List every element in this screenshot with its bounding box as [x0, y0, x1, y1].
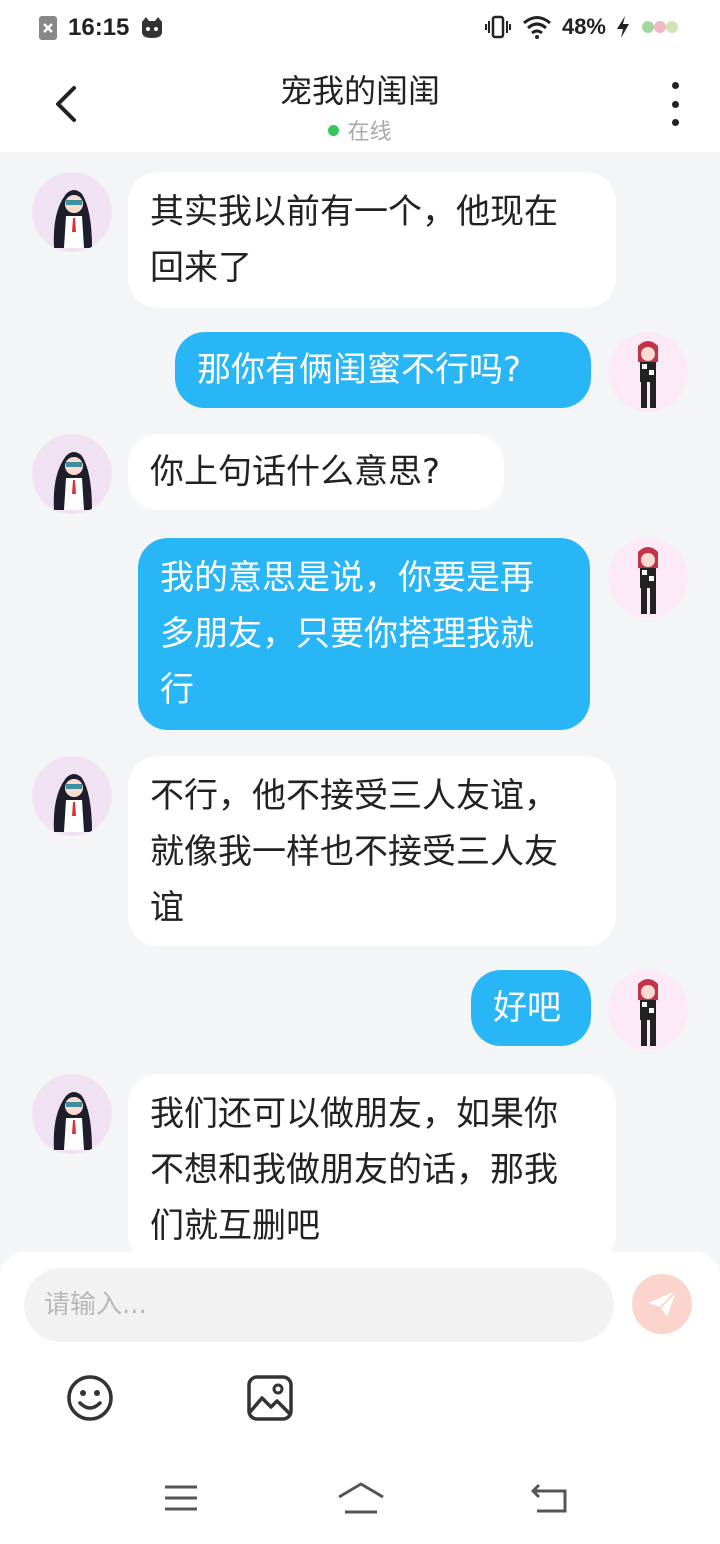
chat-title: 宠我的闺闺	[279, 72, 440, 110]
girl-red-hair-avatar-icon	[608, 970, 688, 1050]
vibrate-icon	[484, 15, 511, 39]
status-bar: 16:15 48%	[0, 0, 720, 56]
message-bubble-outgoing[interactable]: 那你有俩闺蜜不行吗?	[175, 332, 591, 408]
back-nav-button[interactable]	[524, 1478, 574, 1518]
home-icon	[338, 1482, 384, 1514]
image-icon	[247, 1375, 293, 1421]
notification-x-icon	[39, 16, 57, 40]
contact-avatar[interactable]	[32, 172, 112, 252]
chevron-left-icon	[56, 86, 76, 122]
presence-status: 在线	[160, 114, 560, 146]
menu-icon	[165, 1485, 197, 1511]
system-nav-bar	[0, 1460, 720, 1544]
back-nav-icon	[531, 1483, 567, 1513]
more-dots-icon	[671, 82, 679, 89]
presence-label: 在线	[347, 120, 392, 145]
my-avatar[interactable]	[608, 332, 688, 412]
message-bubble-incoming[interactable]: 我们还可以做朋友，如果你 不想和我做朋友的话，那我 们就互删吧	[128, 1074, 616, 1252]
clock: 16:15	[68, 14, 130, 41]
girl-dark-hair-avatar-icon	[32, 172, 112, 252]
message-list[interactable]: 其实我以前有一个，他现在 回来了 那你有俩闺蜜不行吗? 你上句话什么意思? 我的…	[0, 152, 720, 1252]
girl-red-hair-avatar-icon	[608, 332, 688, 412]
message-bubble-incoming[interactable]: 你上句话什么意思?	[128, 434, 504, 510]
image-button[interactable]	[244, 1372, 296, 1424]
my-avatar[interactable]	[608, 538, 688, 618]
more-dot	[671, 100, 679, 108]
contact-avatar[interactable]	[32, 1074, 112, 1154]
girl-dark-hair-avatar-icon	[32, 1074, 112, 1154]
charging-icon	[617, 16, 629, 38]
girl-dark-hair-avatar-icon	[32, 756, 112, 836]
paper-plane-icon	[648, 1290, 677, 1317]
contact-avatar[interactable]	[32, 756, 112, 836]
cat-notification-icon	[142, 17, 163, 38]
home-nav-button[interactable]	[334, 1478, 388, 1518]
online-dot-icon	[328, 124, 340, 136]
girl-dark-hair-avatar-icon	[32, 434, 112, 514]
battery-percent: 48%	[561, 14, 606, 39]
chat-header: 宠我的闺闺 在线	[0, 56, 720, 152]
menu-nav-button[interactable]	[156, 1478, 206, 1518]
back-button[interactable]	[40, 76, 90, 132]
flower-icons	[642, 21, 678, 33]
more-dot	[671, 119, 679, 126]
emoji-icon	[67, 1375, 113, 1421]
message-input-container[interactable]	[24, 1268, 614, 1342]
girl-red-hair-avatar-icon	[608, 538, 688, 618]
message-bubble-incoming[interactable]: 不行，他不接受三人友谊， 就像我一样也不接受三人友 谊	[128, 756, 616, 946]
more-options-button[interactable]	[660, 82, 690, 126]
message-bubble-outgoing[interactable]: 好吧	[471, 970, 591, 1046]
contact-avatar[interactable]	[32, 434, 112, 514]
message-bubble-incoming[interactable]: 其实我以前有一个，他现在 回来了	[128, 172, 616, 308]
send-button[interactable]	[632, 1274, 692, 1334]
message-bubble-outgoing[interactable]: 我的意思是说，你要是再 多朋友，只要你搭理我就 行	[138, 538, 590, 730]
my-avatar[interactable]	[608, 970, 688, 1050]
message-input[interactable]	[24, 1268, 614, 1342]
wifi-icon	[522, 16, 551, 39]
emoji-button[interactable]	[64, 1372, 116, 1424]
title-area: 宠我的闺闺 在线	[160, 66, 560, 146]
